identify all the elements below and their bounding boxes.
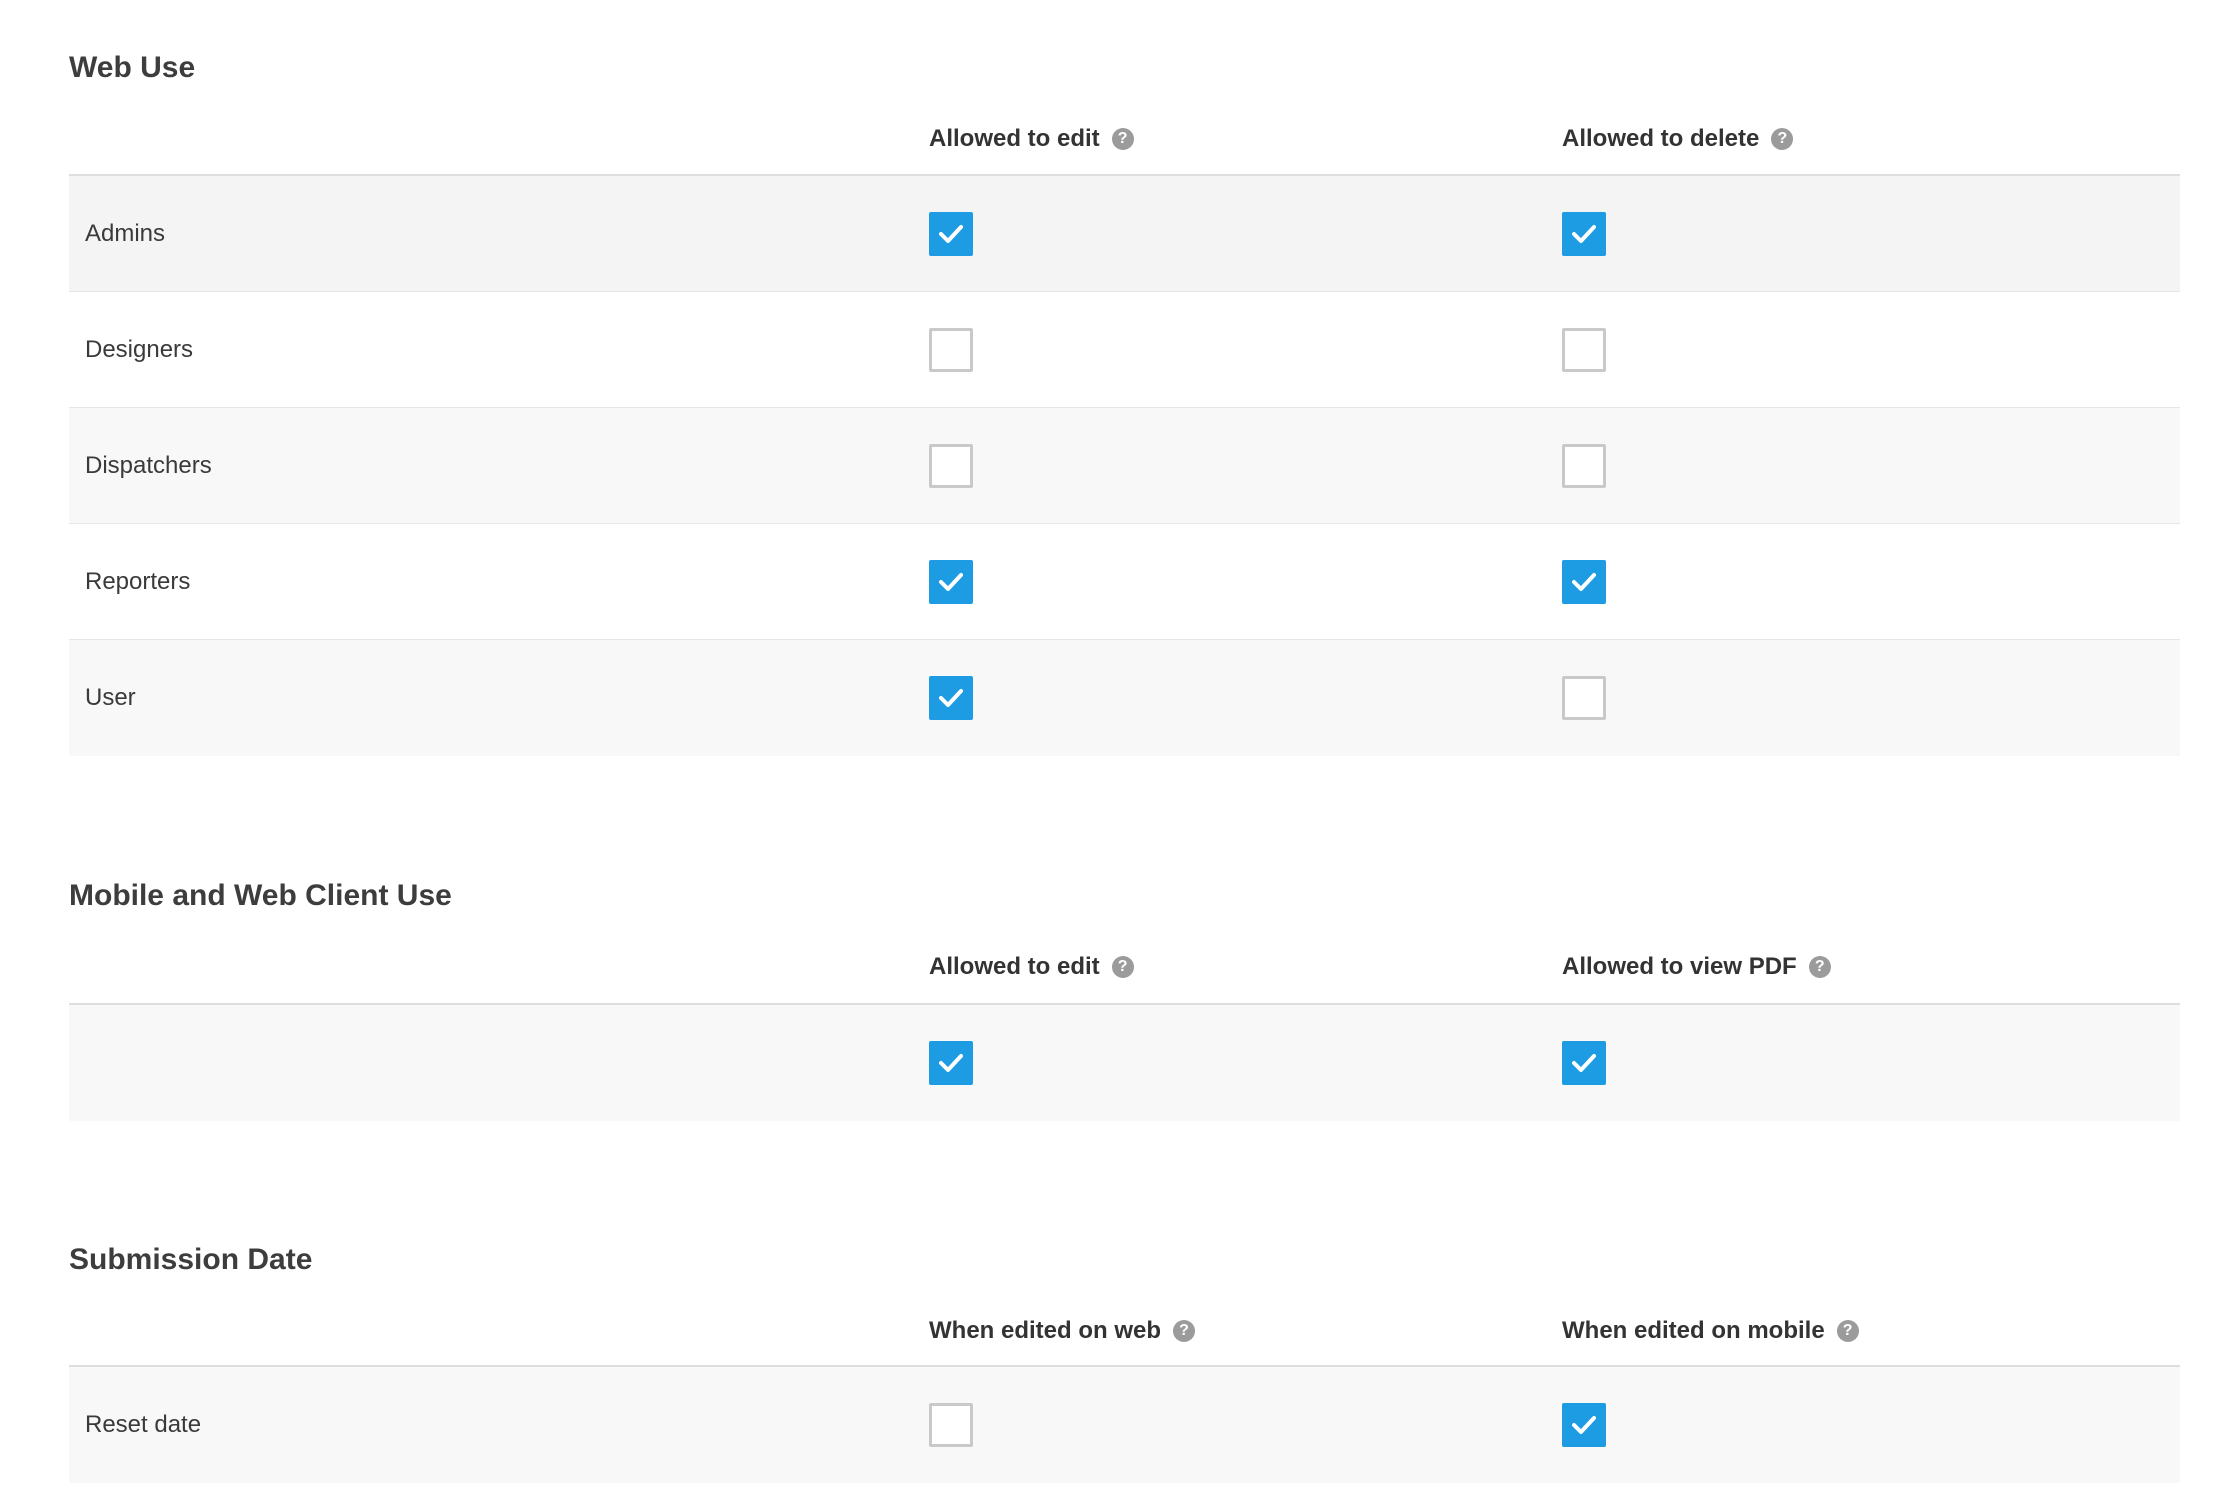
checkmark-icon [939, 689, 963, 707]
column-header-label: Allowed to edit [929, 125, 1100, 152]
question-circle-icon[interactable]: ? [1808, 956, 1831, 978]
checkbox-user-delete[interactable] [1562, 676, 1606, 720]
checkmark-icon [1572, 1416, 1596, 1434]
row-label: Designers [85, 335, 194, 363]
checkmark-icon [939, 573, 963, 591]
section-title: Mobile and Web Client Use [69, 879, 452, 912]
row-label: Reset date [85, 1411, 202, 1438]
table-row [69, 1005, 2180, 1121]
row-label: Reporters [85, 567, 191, 595]
section-title: Submission Date [69, 1243, 313, 1276]
table-row: Reporters [69, 524, 2180, 640]
column-header-when-edited-on-web: When edited on web ? [929, 1319, 1195, 1343]
column-header-allowed-to-delete: Allowed to delete ? [1562, 125, 1794, 152]
checkbox-designers-delete[interactable] [1562, 328, 1606, 372]
column-header-label: When edited on mobile [1562, 1317, 1825, 1344]
checkbox-reporters-delete[interactable] [1562, 560, 1606, 604]
table-row: Designers [69, 292, 2180, 408]
checkbox-reporters-edit[interactable] [929, 560, 973, 604]
checkbox-client-edit[interactable] [929, 1041, 973, 1085]
checkmark-icon [1572, 1054, 1596, 1072]
column-header-label: Allowed to edit [929, 953, 1100, 980]
column-header-when-edited-on-mobile: When edited on mobile ? [1562, 1319, 1859, 1343]
column-header-allowed-to-view-pdf: Allowed to view PDF ? [1562, 955, 1831, 979]
checkbox-admins-edit[interactable] [929, 212, 973, 256]
column-header-label: Allowed to view PDF [1562, 953, 1797, 980]
question-circle-icon[interactable]: ? [1111, 956, 1134, 978]
checkbox-reset-date-mobile[interactable] [1562, 1403, 1606, 1447]
column-header-allowed-to-edit: Allowed to edit ? [929, 127, 1134, 151]
checkmark-icon [939, 1054, 963, 1072]
question-circle-icon[interactable]: ? [1771, 128, 1794, 150]
table-row: User [69, 640, 2180, 756]
checkbox-dispatchers-delete[interactable] [1562, 444, 1606, 488]
row-label: Admins [85, 219, 166, 247]
checkmark-icon [1572, 225, 1596, 243]
column-header-label: When edited on web [929, 1317, 1161, 1344]
column-header-allowed-to-edit: Allowed to edit ? [929, 955, 1134, 979]
question-circle-icon[interactable]: ? [1173, 1320, 1195, 1342]
checkmark-icon [1572, 573, 1596, 591]
checkbox-user-edit[interactable] [929, 676, 973, 720]
row-label: Dispatchers [85, 451, 212, 479]
checkbox-dispatchers-edit[interactable] [929, 444, 973, 488]
checkmark-icon [939, 225, 963, 243]
row-label: User [85, 684, 136, 711]
checkbox-client-view-pdf[interactable] [1562, 1041, 1606, 1085]
question-circle-icon[interactable]: ? [1836, 1320, 1859, 1342]
checkbox-reset-date-web[interactable] [929, 1403, 973, 1447]
section-title: Web Use [69, 51, 196, 84]
question-circle-icon[interactable]: ? [1111, 128, 1134, 150]
table-row: Dispatchers [69, 408, 2180, 524]
table-row: Admins [69, 176, 2180, 292]
checkbox-designers-edit[interactable] [929, 328, 973, 372]
column-header-label: Allowed to delete [1562, 125, 1760, 152]
table-row: Reset date [69, 1367, 2180, 1483]
checkbox-admins-delete[interactable] [1562, 212, 1606, 256]
